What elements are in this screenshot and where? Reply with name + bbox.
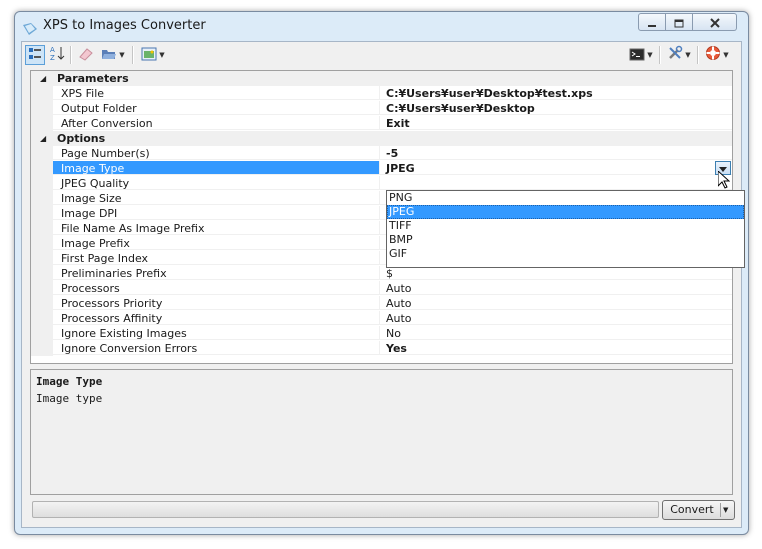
- toolbar-separator: [659, 46, 661, 64]
- property-value[interactable]: JPEG: [379, 161, 732, 175]
- dropdown-option-jpeg[interactable]: JPEG: [387, 205, 744, 219]
- property-value[interactable]: Auto: [379, 281, 732, 295]
- console-button[interactable]: ▼: [626, 45, 656, 65]
- property-name: Image Prefix: [53, 236, 379, 250]
- toolbar-separator: [697, 46, 699, 64]
- property-value[interactable]: Auto: [379, 296, 732, 310]
- property-name: Image Type: [53, 161, 379, 175]
- svg-text:Z: Z: [50, 54, 55, 61]
- property-row-preliminaries-prefix[interactable]: Preliminaries Prefix $: [31, 266, 732, 281]
- property-value[interactable]: No: [379, 326, 732, 340]
- property-row-page-numbers[interactable]: Page Number(s) -5: [31, 146, 732, 161]
- help-button[interactable]: ▼: [702, 45, 732, 65]
- property-name: Page Number(s): [53, 146, 379, 160]
- property-row-processors-priority[interactable]: Processors Priority Auto: [31, 296, 732, 311]
- categorized-button[interactable]: [25, 45, 45, 65]
- dropdown-option-tiff[interactable]: TIFF: [387, 219, 744, 233]
- console-icon: [629, 46, 645, 65]
- property-value[interactable]: -5: [379, 146, 732, 160]
- convert-label: Convert: [670, 503, 714, 516]
- property-row-image-type[interactable]: Image Type JPEG: [31, 161, 732, 176]
- dropdown-option-bmp[interactable]: BMP: [387, 233, 744, 247]
- toolbar-separator: [132, 46, 134, 64]
- client-area: AZ ▼ ▼ ▼ ▼ ▼ ◢ Parameters XPS File C:¥Us…: [21, 41, 745, 528]
- alphabetical-sort-icon: AZ: [49, 45, 65, 65]
- tools-button[interactable]: ▼: [664, 45, 694, 65]
- property-value[interactable]: [379, 176, 732, 190]
- property-name: Image Size: [53, 191, 379, 205]
- property-row-xps-file[interactable]: XPS File C:¥Users¥user¥Desktop¥test.xps: [31, 86, 732, 101]
- property-name: Preliminaries Prefix: [53, 266, 379, 280]
- app-icon: [23, 20, 37, 35]
- property-name: After Conversion: [53, 116, 379, 130]
- folder-open-icon: [101, 46, 117, 65]
- property-row-processors-affinity[interactable]: Processors Affinity Auto: [31, 311, 732, 326]
- eraser-icon: [78, 46, 94, 65]
- image-type-dropdown-list[interactable]: PNG JPEG TIFF BMP GIF: [386, 190, 745, 268]
- property-name: Processors: [53, 281, 379, 295]
- chevron-down-icon: ▼: [119, 51, 125, 59]
- image-preview-icon: [141, 46, 157, 65]
- dropdown-option-gif[interactable]: GIF: [387, 247, 744, 261]
- restore-button[interactable]: [666, 13, 693, 31]
- mouse-cursor-icon: [717, 169, 731, 193]
- categorized-icon: [28, 46, 42, 65]
- property-row-ignore-conversion-errors[interactable]: Ignore Conversion Errors Yes: [31, 341, 732, 356]
- app-window: XPS to Images Converter AZ ▼ ▼ ▼ ▼ ▼ ◢ P…: [14, 11, 749, 535]
- collapse-icon[interactable]: ◢: [40, 131, 46, 146]
- minimize-icon: [647, 13, 657, 32]
- alphabetical-button[interactable]: AZ: [47, 45, 67, 65]
- description-panel: Image Type Image type: [30, 369, 733, 495]
- convert-button[interactable]: Convert ▼: [662, 500, 735, 520]
- property-name: Processors Priority: [53, 296, 379, 310]
- progress-bar: [32, 501, 659, 518]
- property-value[interactable]: Exit: [379, 116, 732, 130]
- property-row-output-folder[interactable]: Output Folder C:¥Users¥user¥Desktop: [31, 101, 732, 116]
- property-name: Output Folder: [53, 101, 379, 115]
- chevron-down-icon: ▼: [685, 51, 691, 59]
- restore-icon: [674, 13, 684, 32]
- open-folder-button[interactable]: ▼: [98, 45, 128, 65]
- property-name: JPEG Quality: [53, 176, 379, 190]
- property-name: XPS File: [53, 86, 379, 100]
- chevron-down-icon[interactable]: ▼: [723, 501, 728, 519]
- property-name: First Page Index: [53, 251, 379, 265]
- property-value[interactable]: C:¥Users¥user¥Desktop: [379, 101, 732, 115]
- property-row-jpeg-quality[interactable]: JPEG Quality: [31, 176, 732, 191]
- clear-button[interactable]: [76, 45, 96, 65]
- category-options[interactable]: ◢ Options: [31, 131, 732, 146]
- property-name: Processors Affinity: [53, 311, 379, 325]
- minimize-button[interactable]: [638, 13, 666, 31]
- chevron-down-icon: ▼: [647, 51, 653, 59]
- collapse-icon[interactable]: ◢: [40, 71, 46, 86]
- title-bar[interactable]: XPS to Images Converter: [15, 12, 748, 40]
- property-name: Image DPI: [53, 206, 379, 220]
- description-text: Image type: [36, 392, 103, 405]
- image-preview-button[interactable]: ▼: [138, 45, 168, 65]
- property-value[interactable]: C:¥Users¥user¥Desktop¥test.xps: [379, 86, 732, 100]
- property-value[interactable]: Auto: [379, 311, 732, 325]
- property-row-processors[interactable]: Processors Auto: [31, 281, 732, 296]
- tools-icon: [667, 45, 683, 65]
- close-icon: [709, 13, 720, 32]
- property-row-ignore-existing-images[interactable]: Ignore Existing Images No: [31, 326, 732, 341]
- property-row-after-conversion[interactable]: After Conversion Exit: [31, 116, 732, 131]
- description-title: Image Type: [36, 375, 103, 388]
- property-name: Ignore Conversion Errors: [53, 341, 379, 355]
- category-parameters[interactable]: ◢ Parameters: [31, 71, 732, 86]
- close-button[interactable]: [693, 13, 737, 31]
- chevron-down-icon: ▼: [159, 51, 165, 59]
- help-lifebuoy-icon: [705, 45, 721, 65]
- svg-text:A: A: [50, 46, 55, 54]
- chevron-down-icon: ▼: [723, 51, 729, 59]
- property-value[interactable]: $: [379, 266, 732, 280]
- toolbar-separator: [70, 46, 72, 64]
- property-value[interactable]: Yes: [379, 341, 732, 355]
- toolbar: AZ ▼ ▼ ▼ ▼ ▼: [22, 42, 741, 68]
- property-name: Ignore Existing Images: [53, 326, 379, 340]
- property-name: File Name As Image Prefix: [53, 221, 379, 235]
- dropdown-option-png[interactable]: PNG: [387, 191, 744, 205]
- window-title: XPS to Images Converter: [43, 18, 206, 33]
